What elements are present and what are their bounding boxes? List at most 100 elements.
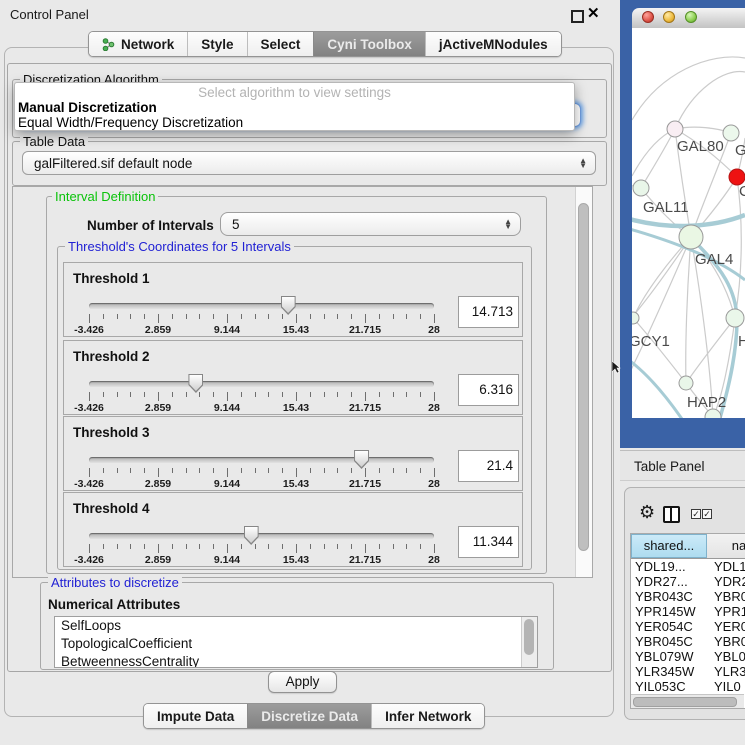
network-node[interactable] xyxy=(667,121,683,137)
column-header-name[interactable]: name xyxy=(707,534,745,558)
tab-discretize-data[interactable]: Discretize Data xyxy=(247,704,371,728)
network-node[interactable] xyxy=(723,125,739,141)
tab-select[interactable]: Select xyxy=(247,32,314,56)
minimize-traffic-icon[interactable] xyxy=(663,11,675,23)
dropdown-item-manual-discretization[interactable]: Manual Discretization xyxy=(15,100,574,115)
close-traffic-icon[interactable] xyxy=(642,11,654,23)
tab-style[interactable]: Style xyxy=(187,32,246,56)
node-label: C xyxy=(739,183,745,200)
threshold-value-field[interactable]: 14.713 xyxy=(458,296,519,328)
table-row[interactable]: YDL19...YDL1 xyxy=(631,559,745,574)
table-row[interactable]: YBR043CYBR0 xyxy=(631,589,745,604)
column-header-shared-name[interactable]: shared... xyxy=(631,534,707,558)
tick-mark xyxy=(296,544,297,553)
tab-label: Cyni Toolbox xyxy=(327,37,412,52)
table-row[interactable]: YPR145WYPR1 xyxy=(631,604,745,619)
tick-mark xyxy=(268,392,269,397)
tick-label: 9.144 xyxy=(214,478,240,490)
tick-label: -3.426 xyxy=(74,478,104,490)
network-edge[interactable] xyxy=(632,358,682,418)
threshold-value-field[interactable]: 6.316 xyxy=(458,374,519,406)
table-row[interactable]: YIL053CYIL0 xyxy=(631,679,745,694)
scrollbar-thumb[interactable] xyxy=(578,203,589,551)
network-edge[interactable] xyxy=(641,129,675,188)
attribute-item-selfloops[interactable]: SelfLoops xyxy=(55,617,522,635)
slider-track[interactable] xyxy=(89,303,434,309)
slider-thumb[interactable] xyxy=(188,374,203,393)
network-edge[interactable] xyxy=(632,237,691,324)
network-node[interactable] xyxy=(633,180,649,196)
dropdown-placeholder-item[interactable]: Select algorithm to view settings xyxy=(15,85,574,100)
slider-tick-labels: -3.4262.8599.14415.4321.71528 xyxy=(89,402,434,413)
network-node[interactable] xyxy=(679,225,703,249)
slider-ticks xyxy=(89,392,434,402)
threshold-label: Threshold 2 xyxy=(73,349,150,364)
list-scrollbar[interactable] xyxy=(521,617,537,667)
slider-track[interactable] xyxy=(89,457,434,463)
network-canvas[interactable]: GAL80GACGAL11GAL4GCY1HHAP2 xyxy=(632,28,745,418)
network-edge[interactable] xyxy=(632,237,691,380)
checkbox-icon[interactable]: ✓ xyxy=(691,509,701,519)
table-data-group-title: Table Data xyxy=(20,134,88,149)
table-row[interactable]: YLR345WYLR3 xyxy=(631,664,745,679)
slider-thumb[interactable] xyxy=(281,296,296,315)
threshold-value-field[interactable]: 21.4 xyxy=(458,450,519,482)
tick-label: 2.859 xyxy=(145,324,171,336)
panel-title: Control Panel xyxy=(10,7,89,22)
column-layout-icon[interactable] xyxy=(663,506,680,523)
network-node[interactable] xyxy=(632,312,639,324)
table-data-combobox[interactable]: galFiltered.sif default node ▲▼ xyxy=(22,151,596,175)
network-view-window: GAL80GACGAL11GAL4GCY1HHAP2 xyxy=(620,0,745,448)
network-node[interactable] xyxy=(679,376,693,390)
scrollbar-thumb[interactable] xyxy=(633,697,737,707)
tab-infer-network[interactable]: Infer Network xyxy=(371,704,484,728)
threshold-panel-2: Threshold 2 -3.4262.8599.14415.4321.71528… xyxy=(63,340,523,415)
tick-mark xyxy=(144,392,145,397)
combo-arrows-icon: ▲▼ xyxy=(504,219,512,229)
tab-jactivemnodules[interactable]: jActiveMNodules xyxy=(425,32,561,56)
threshold-value-field[interactable]: 11.344 xyxy=(458,526,519,558)
tick-mark xyxy=(434,392,435,401)
network-edge[interactable] xyxy=(632,129,675,176)
table-row[interactable]: YER054CYER0 xyxy=(631,619,745,634)
network-edge[interactable] xyxy=(675,72,745,129)
table-row[interactable]: YDR27...YDR2 xyxy=(631,574,745,589)
network-edge[interactable] xyxy=(686,237,691,383)
tab-impute-data[interactable]: Impute Data xyxy=(144,704,247,728)
tick-mark xyxy=(365,468,366,477)
slider-thumb[interactable] xyxy=(354,450,369,469)
attribute-item-topologicalcoefficient[interactable]: TopologicalCoefficient xyxy=(55,635,522,653)
node-label: HAP2 xyxy=(687,394,726,411)
close-icon[interactable]: ✕ xyxy=(587,4,600,22)
attribute-item-betweennesscentrality[interactable]: BetweennessCentrality xyxy=(55,653,522,668)
tab-network[interactable]: Network xyxy=(89,32,187,56)
table-header-row: shared... name xyxy=(631,534,745,559)
network-edge[interactable] xyxy=(686,318,735,383)
tab-cyni-toolbox[interactable]: Cyni Toolbox xyxy=(313,32,425,56)
network-node[interactable] xyxy=(726,309,744,327)
slider-thumb[interactable] xyxy=(244,526,259,545)
float-window-icon[interactable] xyxy=(571,10,584,23)
scrollbar-thumb[interactable] xyxy=(524,619,534,655)
apply-button[interactable]: Apply xyxy=(268,671,337,693)
zoom-traffic-icon[interactable] xyxy=(685,11,697,23)
gear-icon[interactable]: ⚙ xyxy=(639,502,655,523)
table-row[interactable]: YBR045CYBR0 xyxy=(631,634,745,649)
tick-mark xyxy=(282,468,283,473)
slider-track[interactable] xyxy=(89,381,434,387)
slider-tick-labels: -3.4262.8599.14415.4321.71528 xyxy=(89,324,434,335)
tab-label: Style xyxy=(201,37,233,52)
table-row[interactable]: YBL079WYBL0 xyxy=(631,649,745,664)
network-window-titlebar[interactable] xyxy=(632,8,745,29)
tick-mark xyxy=(241,392,242,397)
checkbox-icon[interactable]: ✓ xyxy=(702,509,712,519)
slider-track[interactable] xyxy=(89,533,434,539)
network-edge[interactable] xyxy=(632,57,745,120)
num-intervals-combobox[interactable]: 5 ▲▼ xyxy=(220,212,521,236)
tick-mark xyxy=(324,468,325,473)
dropdown-item-equal-width-frequency-discretization[interactable]: Equal Width/Frequency Discretization xyxy=(15,115,574,130)
tick-mark xyxy=(268,314,269,319)
horizontal-scrollbar[interactable] xyxy=(631,694,744,708)
tick-label: 15.43 xyxy=(283,478,309,490)
vertical-scrollbar[interactable] xyxy=(575,187,592,577)
